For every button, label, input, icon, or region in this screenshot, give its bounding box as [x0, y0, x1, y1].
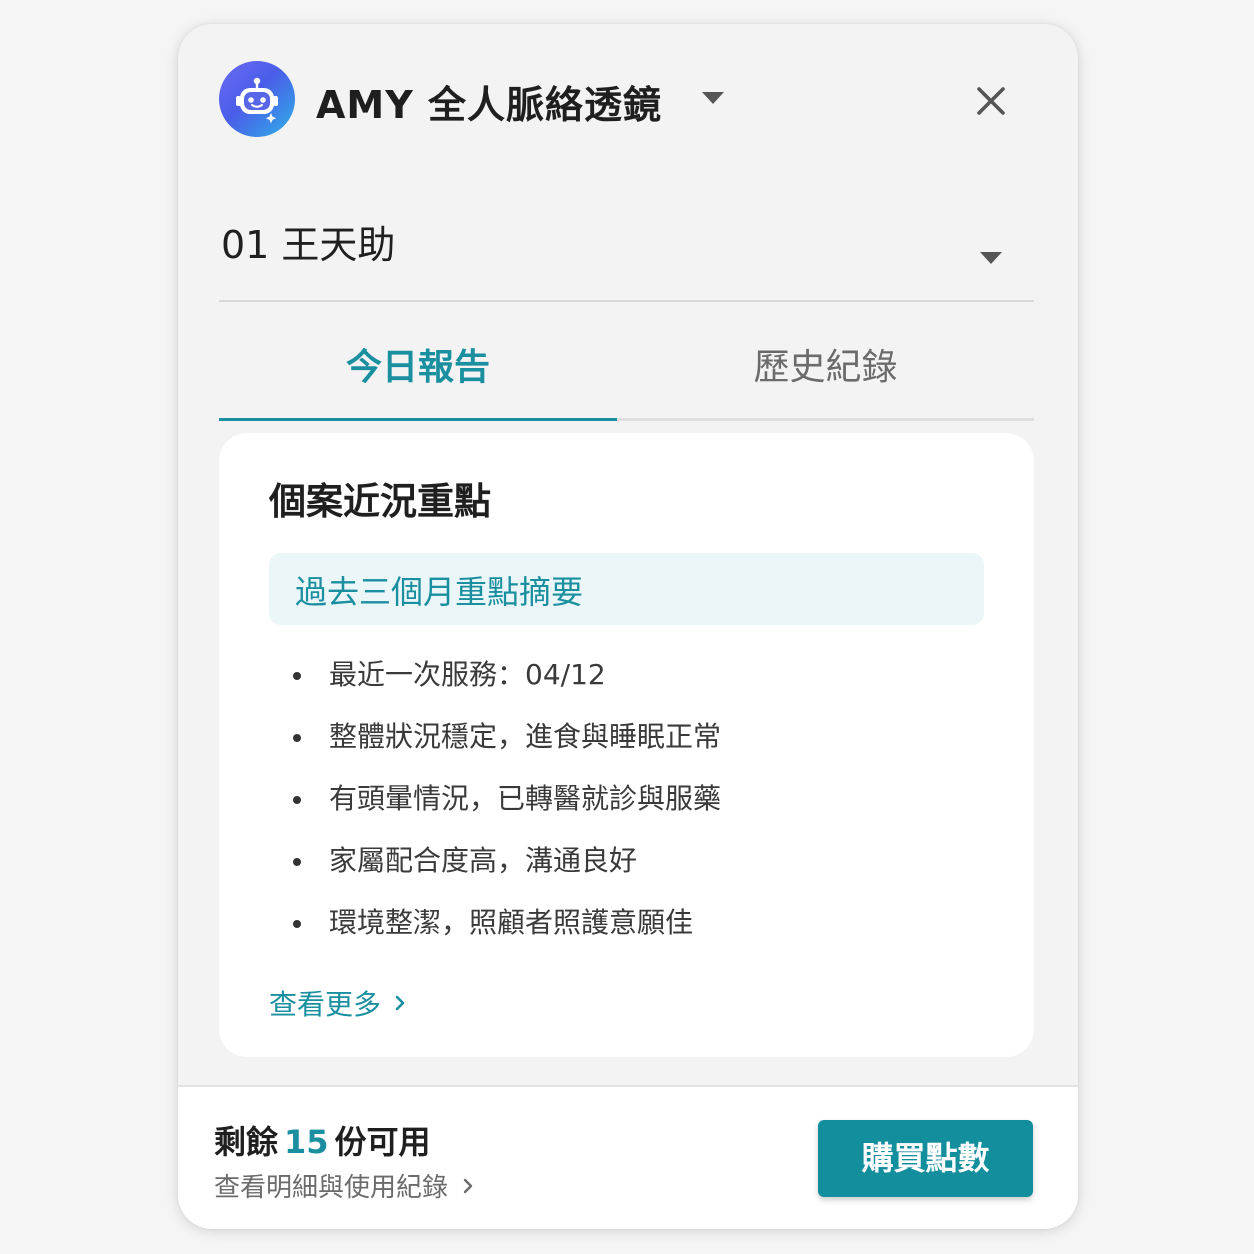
list-item-text: 家屬配合度高，溝通良好: [329, 844, 638, 877]
footer-bar: 剩餘 15 份可用 查看明細與使用紀錄 購買點數: [178, 1085, 1078, 1229]
bullet-icon: [293, 796, 301, 804]
list-item-text: 環境整潔，照顧者照護意願佳: [329, 906, 694, 939]
tab-history[interactable]: 歷史紀錄: [617, 324, 1034, 418]
case-summary-card: 個案近況重點 過去三個月重點摘要 最近一次服務：04/12 整體狀況穩定，進食與…: [219, 433, 1034, 1057]
summary-label: 過去三個月重點摘要: [295, 573, 584, 611]
bullet-icon: [293, 920, 301, 928]
app-switch-caret-icon[interactable]: [702, 92, 724, 104]
client-select[interactable]: 01 王天助: [219, 214, 1034, 302]
buy-points-button[interactable]: 購買點數: [818, 1120, 1033, 1197]
app-title: AMY 全人脈絡透鏡: [316, 83, 662, 127]
bullet-icon: [293, 672, 301, 680]
robot-icon: [219, 61, 295, 137]
remaining-count: 15: [284, 1123, 329, 1161]
chevron-right-icon: [395, 995, 405, 1011]
bullet-icon: [293, 858, 301, 866]
list-item-text: 最近一次服務：04/12: [329, 658, 606, 691]
see-more-link[interactable]: 查看更多: [269, 983, 409, 1023]
client-select-value: 01 王天助: [221, 223, 396, 267]
usage-detail-link[interactable]: 查看明細與使用紀錄: [214, 1167, 476, 1204]
tab-bar: 今日報告 歷史紀錄: [219, 324, 1034, 421]
usage-detail-label: 查看明細與使用紀錄: [214, 1173, 449, 1203]
card-title: 個案近況重點: [269, 480, 491, 523]
amy-panel: AMY 全人脈絡透鏡 01 王天助 今日報告 歷史紀錄 個案近況重點 過去三個月…: [178, 24, 1078, 1229]
remaining-prefix: 剩餘: [214, 1123, 279, 1161]
list-item-text: 整體狀況穩定，進食與睡眠正常: [329, 720, 722, 753]
see-more-label: 查看更多: [269, 988, 382, 1021]
close-icon: [977, 87, 1005, 115]
remaining-quota: 剩餘 15 份可用: [214, 1117, 431, 1163]
remaining-suffix: 份可用: [334, 1123, 431, 1161]
tab-today-report[interactable]: 今日報告: [219, 324, 617, 421]
chevron-right-icon: [463, 1178, 473, 1193]
bullet-icon: [293, 734, 301, 742]
chevron-down-icon: [980, 252, 1002, 264]
list-item-text: 有頭暈情況，已轉醫就診與服藥: [329, 782, 722, 815]
summary-banner: 過去三個月重點摘要: [269, 553, 984, 625]
close-button[interactable]: [971, 81, 1011, 121]
